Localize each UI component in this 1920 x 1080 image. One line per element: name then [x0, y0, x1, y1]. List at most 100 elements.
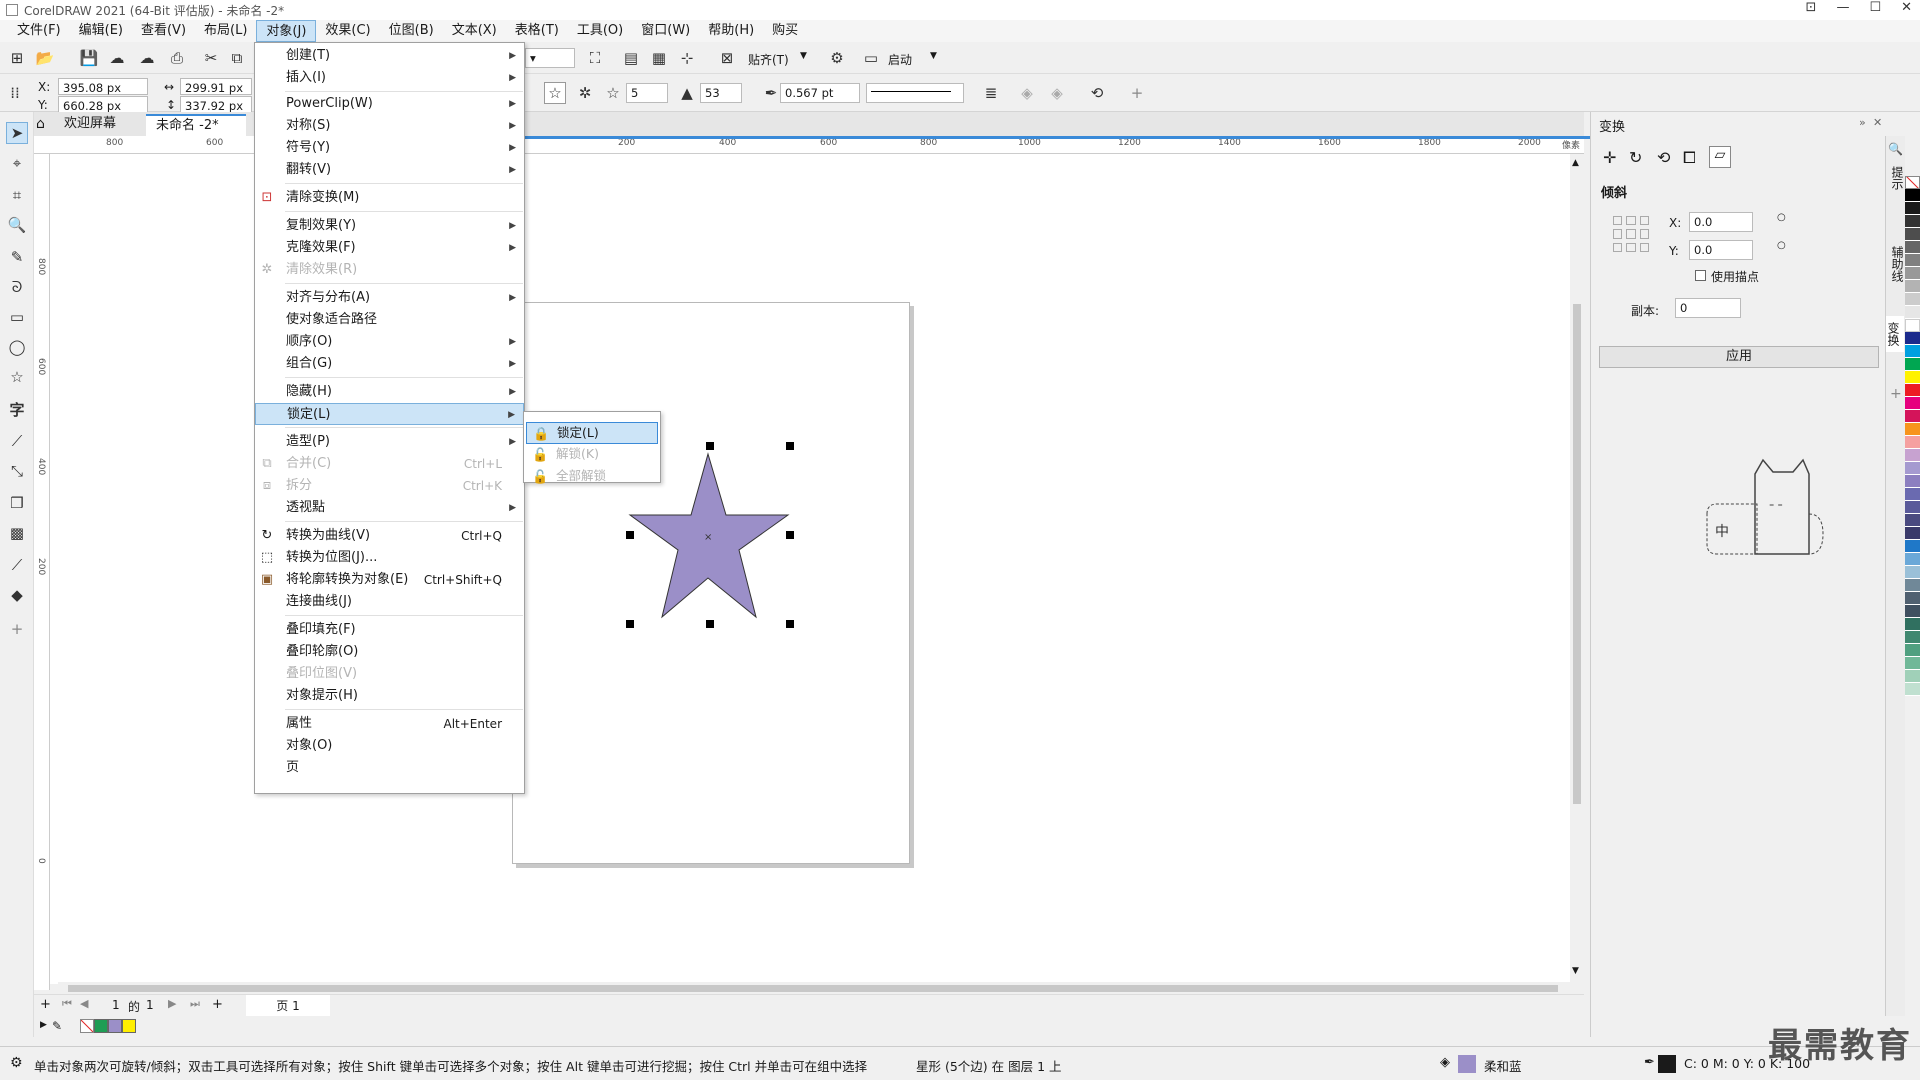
no-color-swatch[interactable]	[80, 1019, 94, 1033]
color-swatch[interactable]	[1905, 514, 1920, 527]
convert-curves-icon[interactable]: ⟲	[1086, 82, 1108, 104]
menu-item-align-distribute[interactable]: 对齐与分布(A) ▶	[255, 287, 524, 309]
drop-shadow-icon[interactable]: ❒	[6, 492, 28, 514]
first-page-icon[interactable]: ⏮	[62, 997, 72, 1011]
menu-bitmaps[interactable]: 位图(B)	[380, 20, 443, 42]
color-swatch[interactable]	[1905, 553, 1920, 566]
search-icon[interactable]: 🔍	[1888, 142, 1903, 156]
menu-help[interactable]: 帮助(H)	[699, 20, 763, 42]
print-icon[interactable]: ⎙	[166, 47, 188, 69]
menu-item-symbol[interactable]: 符号(Y) ▶	[255, 137, 524, 159]
prev-page-icon[interactable]: ◀	[80, 997, 88, 1010]
cut-icon[interactable]: ✂	[200, 47, 222, 69]
color-swatch[interactable]	[1905, 449, 1920, 462]
tab-guidelines[interactable]: 辅助线	[1889, 246, 1906, 282]
menu-item-convert-to-curves[interactable]: ↻ 转换为曲线(V) Ctrl+Q	[255, 525, 524, 547]
yellow-swatch[interactable]	[122, 1019, 136, 1033]
outline-width-field[interactable]: 0.567 pt	[780, 83, 860, 103]
fill-color-swatch[interactable]	[1458, 1055, 1476, 1073]
shape-tool-icon[interactable]: ⌖	[6, 152, 28, 174]
menu-file[interactable]: 文件(F)	[8, 20, 70, 42]
color-swatch[interactable]	[1905, 423, 1920, 436]
position-icon[interactable]: ✛	[1603, 148, 1616, 167]
zoom-tool-icon[interactable]: 🔍	[6, 214, 28, 236]
scroll-down-icon[interactable]: ▼	[1572, 966, 1579, 976]
snap-to-dropdown[interactable]: 贴齐(T)	[748, 51, 789, 68]
menu-item-overprint-outline[interactable]: 叠印轮廓(O)	[255, 641, 524, 663]
connector-tool-icon[interactable]: ⤡	[6, 460, 28, 482]
size-icon[interactable]: ⧠	[1683, 148, 1696, 168]
show-guides-icon[interactable]: ⊹	[676, 47, 698, 69]
scroll-up-icon[interactable]: ▲	[1572, 158, 1579, 168]
menu-object[interactable]: 对象(J)	[256, 20, 317, 42]
open-folder-icon[interactable]: 📂	[34, 47, 56, 69]
star-points-field[interactable]: 5	[626, 83, 668, 103]
skew-y-field[interactable]: 0.0	[1689, 240, 1753, 260]
color-swatch[interactable]	[1905, 644, 1920, 657]
wrap-text-icon[interactable]: ≣	[980, 82, 1002, 104]
close-button[interactable]: ✕	[1901, 0, 1912, 15]
selection-handle[interactable]	[786, 442, 794, 450]
options-gear-icon[interactable]: ⚙	[826, 47, 848, 69]
color-swatch[interactable]	[1905, 332, 1920, 345]
selection-handle[interactable]	[706, 442, 714, 450]
color-swatch[interactable]	[1905, 618, 1920, 631]
color-swatch[interactable]	[1905, 215, 1920, 228]
color-swatch[interactable]	[1905, 319, 1920, 332]
add-tool-icon[interactable]: +	[6, 618, 28, 640]
green-swatch[interactable]	[94, 1019, 108, 1033]
show-grid-icon[interactable]: ▦	[648, 47, 670, 69]
save-icon[interactable]: 💾	[78, 47, 100, 69]
color-swatch[interactable]	[1905, 501, 1920, 514]
menu-item-insert[interactable]: 插入(I) ▶	[255, 67, 524, 89]
tab-document[interactable]: 未命名 -2*	[146, 114, 246, 136]
menu-item-hide[interactable]: 隐藏(H) ▶	[255, 381, 524, 403]
restore-icon[interactable]: ⊡	[1806, 0, 1817, 15]
color-swatch[interactable]	[1905, 462, 1920, 475]
selection-handle[interactable]	[786, 531, 794, 539]
color-swatch[interactable]	[1905, 267, 1920, 280]
cloud-download-icon[interactable]: ☁	[106, 47, 128, 69]
menu-item-clone-effect[interactable]: 克隆效果(F) ▶	[255, 237, 524, 259]
transparency-icon[interactable]: ▩	[6, 522, 28, 544]
menu-item-symmetry[interactable]: 对称(S) ▶	[255, 115, 524, 137]
menu-tools[interactable]: 工具(O)	[568, 20, 632, 42]
chevron-down-icon[interactable]: ▼	[930, 51, 937, 61]
artistic-media-icon[interactable]: ᘐ	[6, 276, 28, 298]
freehand-tool-icon[interactable]: ✎	[6, 246, 28, 268]
color-swatch[interactable]	[1905, 254, 1920, 267]
color-swatch[interactable]	[1905, 371, 1920, 384]
selection-handle[interactable]	[626, 531, 634, 539]
menu-item-perspective[interactable]: 透视點 ▶	[255, 497, 524, 519]
menu-item-unlock[interactable]: 🔓 解锁(K)	[526, 444, 658, 466]
selection-handle[interactable]	[626, 620, 634, 628]
new-document-icon[interactable]: ⊞	[6, 47, 28, 69]
menu-item-clear-effect[interactable]: ✲ 清除效果(R)	[255, 259, 524, 281]
palette-expand-icon[interactable]: ▶	[40, 1020, 47, 1030]
launch-icon[interactable]: ▭	[860, 47, 882, 69]
menu-table[interactable]: 表格(T)	[506, 20, 568, 42]
scroll-thumb[interactable]	[1573, 304, 1581, 804]
color-swatch[interactable]	[1905, 202, 1920, 215]
position-x-field[interactable]: 395.08 px	[58, 78, 148, 95]
tab-transform[interactable]: 变换	[1886, 316, 1904, 352]
menu-item-break-apart[interactable]: ⧈ 拆分 Ctrl+K	[255, 475, 524, 497]
color-swatch[interactable]	[1905, 683, 1920, 696]
interactive-fill-icon[interactable]: ◆	[6, 584, 28, 606]
parallel-dimension-icon[interactable]: ⟋	[6, 430, 28, 452]
full-screen-icon[interactable]: ⛶	[584, 47, 606, 69]
anchor-grid[interactable]	[1613, 216, 1649, 252]
menu-item-fit-to-path[interactable]: 使对象适合路径	[255, 309, 524, 331]
text-tool-icon[interactable]: 字	[6, 398, 28, 420]
menu-item-flip[interactable]: 翻转(V) ▶	[255, 159, 524, 181]
ellipse-tool-icon[interactable]: ◯	[6, 336, 28, 358]
menu-item-overprint-fill[interactable]: 叠印填充(F)	[255, 619, 524, 641]
polygon-tool-icon[interactable]: ☆	[6, 366, 28, 388]
menu-item-combine[interactable]: ⧉ 合并(C) Ctrl+L	[255, 453, 524, 475]
docker-collapse-icon[interactable]: »	[1859, 116, 1866, 129]
color-swatch[interactable]	[1905, 592, 1920, 605]
line-style-select[interactable]	[866, 83, 964, 103]
complex-star-icon[interactable]: ✲	[574, 82, 596, 104]
rotate-icon[interactable]: ↻	[1629, 148, 1642, 167]
vertical-scrollbar[interactable]: ▲ ▼	[1570, 154, 1584, 982]
